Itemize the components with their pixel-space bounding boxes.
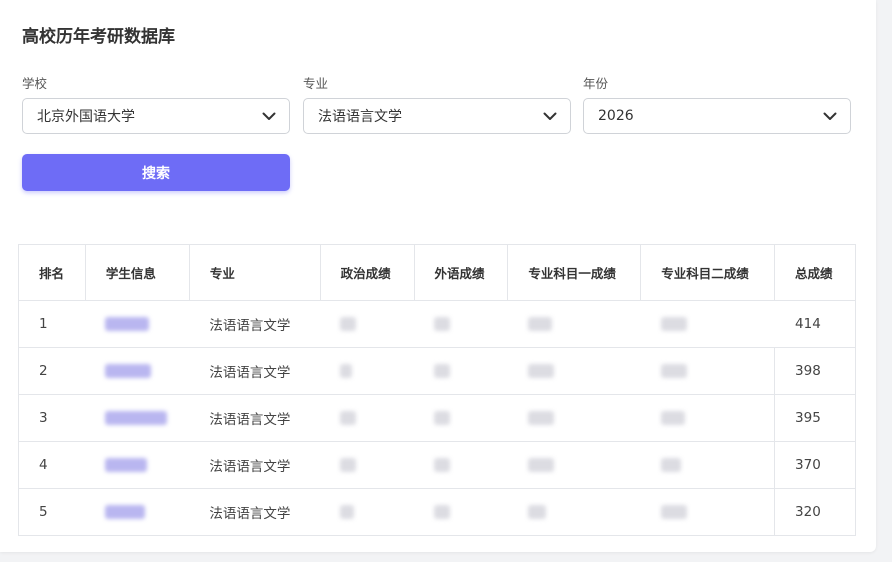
redacted-score xyxy=(340,364,353,378)
major-select-value: 法语语言文学 xyxy=(318,109,402,125)
redacted-student-info xyxy=(105,317,150,331)
table-row: 1 法语语言文学 414 xyxy=(18,300,856,348)
redacted-score xyxy=(434,505,451,519)
rank-cell: 5 xyxy=(18,488,86,536)
foreign-language-cell xyxy=(414,441,508,489)
rank-cell: 1 xyxy=(18,300,86,348)
header-subject-two: 专业科目二成绩 xyxy=(640,244,775,301)
redacted-score xyxy=(660,411,685,425)
redacted-student-info xyxy=(105,505,146,519)
redacted-score xyxy=(660,364,687,378)
header-subject-one: 专业科目一成绩 xyxy=(507,244,641,301)
search-button[interactable]: 搜索 xyxy=(22,154,290,191)
redacted-score xyxy=(527,458,554,472)
redacted-score xyxy=(660,317,687,331)
year-select[interactable]: 2026 xyxy=(583,98,851,134)
politics-cell xyxy=(320,300,415,348)
redacted-score xyxy=(527,411,554,425)
major-cell: 法语语言文学 xyxy=(189,441,321,489)
school-filter: 学校 北京外国语大学 xyxy=(22,76,290,134)
major-cell: 法语语言文学 xyxy=(189,488,321,536)
subject-one-cell xyxy=(507,488,641,536)
school-select-value: 北京外国语大学 xyxy=(37,109,135,125)
header-foreign-language: 外语成绩 xyxy=(413,244,508,301)
chevron-down-icon xyxy=(542,108,558,124)
header-rank: 排名 xyxy=(18,244,86,301)
subject-two-cell xyxy=(640,347,775,395)
redacted-student-info xyxy=(105,364,152,378)
year-label: 年份 xyxy=(583,76,609,91)
redacted-score xyxy=(527,317,552,331)
subject-two-cell xyxy=(640,488,775,536)
database-card: 高校历年考研数据库 学校 北京外国语大学 专业 法语语言文学 年份 2026 搜… xyxy=(0,0,876,552)
rank-cell: 3 xyxy=(18,394,86,442)
redacted-score xyxy=(660,458,681,472)
year-filter: 年份 2026 xyxy=(583,76,851,134)
total-cell: 395 xyxy=(774,394,856,442)
redacted-student-info xyxy=(105,458,148,472)
politics-cell xyxy=(320,347,415,395)
chevron-down-icon xyxy=(261,108,277,124)
rank-cell: 4 xyxy=(18,441,86,489)
total-cell: 414 xyxy=(774,300,856,348)
table-header-row: 排名 学生信息 专业 政治成绩 外语成绩 专业科目一成绩 专业科目二成绩 总成绩 xyxy=(18,244,856,301)
total-cell: 398 xyxy=(774,347,856,395)
header-politics: 政治成绩 xyxy=(319,244,415,301)
redacted-score xyxy=(434,411,451,425)
subject-one-cell xyxy=(507,394,641,442)
rank-cell: 2 xyxy=(18,347,86,395)
page-title: 高校历年考研数据库 xyxy=(22,27,175,47)
foreign-language-cell xyxy=(414,347,508,395)
results-table: 排名 学生信息 专业 政治成绩 外语成绩 专业科目一成绩 专业科目二成绩 总成绩… xyxy=(18,244,856,536)
student-info-cell xyxy=(85,394,190,442)
major-cell: 法语语言文学 xyxy=(189,300,321,348)
major-filter: 专业 法语语言文学 xyxy=(303,76,571,134)
student-info-cell xyxy=(85,488,190,536)
foreign-language-cell xyxy=(414,488,508,536)
subject-two-cell xyxy=(640,441,775,489)
foreign-language-cell xyxy=(414,300,508,348)
header-total: 总成绩 xyxy=(774,244,856,301)
politics-cell xyxy=(320,488,415,536)
redacted-score xyxy=(527,505,546,519)
major-cell: 法语语言文学 xyxy=(189,394,321,442)
redacted-student-info xyxy=(105,411,168,425)
school-select[interactable]: 北京外国语大学 xyxy=(22,98,290,134)
subject-two-cell xyxy=(640,394,775,442)
major-cell: 法语语言文学 xyxy=(189,347,321,395)
table-row: 5 法语语言文学 320 xyxy=(18,488,856,536)
header-student-info: 学生信息 xyxy=(84,244,190,301)
subject-one-cell xyxy=(507,347,641,395)
total-cell: 320 xyxy=(774,488,856,536)
student-info-cell xyxy=(85,300,190,348)
redacted-score xyxy=(660,505,687,519)
table-row: 4 法语语言文学 370 xyxy=(18,441,856,489)
student-info-cell xyxy=(85,347,190,395)
redacted-score xyxy=(340,505,355,519)
subject-one-cell xyxy=(507,300,641,348)
chevron-down-icon xyxy=(822,108,838,124)
table-row: 2 法语语言文学 398 xyxy=(18,347,856,395)
major-label: 专业 xyxy=(303,76,329,91)
year-select-value: 2026 xyxy=(598,108,634,124)
major-select[interactable]: 法语语言文学 xyxy=(303,98,571,134)
subject-two-cell xyxy=(640,300,775,348)
redacted-score xyxy=(434,317,451,331)
redacted-score xyxy=(340,458,357,472)
total-cell: 370 xyxy=(774,441,856,489)
redacted-score xyxy=(340,411,357,425)
redacted-score xyxy=(527,364,554,378)
table-row: 3 法语语言文学 395 xyxy=(18,394,856,442)
school-label: 学校 xyxy=(22,76,48,91)
foreign-language-cell xyxy=(414,394,508,442)
student-info-cell xyxy=(85,441,190,489)
redacted-score xyxy=(434,458,451,472)
redacted-score xyxy=(340,317,357,331)
redacted-score xyxy=(434,364,451,378)
politics-cell xyxy=(320,441,415,489)
subject-one-cell xyxy=(507,441,641,489)
politics-cell xyxy=(320,394,415,442)
header-major: 专业 xyxy=(188,244,321,301)
